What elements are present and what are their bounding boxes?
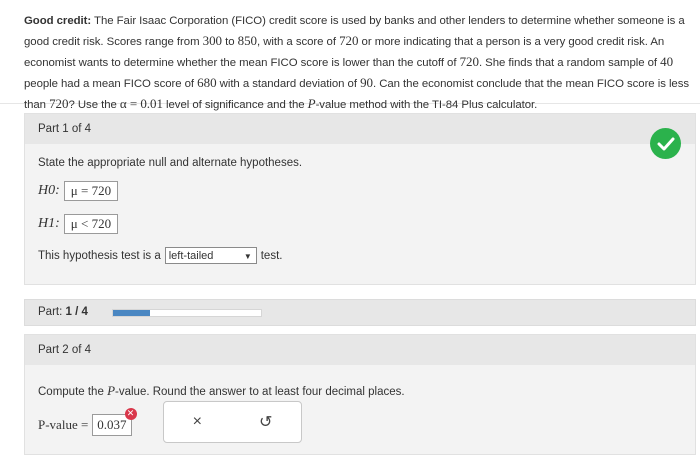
score-low: 300 [202,33,222,48]
undo-button[interactable]: ↺ [259,412,272,432]
part-2-p-symbol: P [107,383,116,398]
dropdown-arrow-icon: ▼ [243,252,252,261]
pvalue-row: P-value = 0.037 ✕ [38,408,137,436]
problem-title: Good credit: [24,15,92,27]
progress-label: Part: 1 / 4 [38,306,88,318]
h0-symbol: H0: [38,183,60,198]
problem-text-6: people had a mean FICO score of [24,78,195,90]
score-high: 850 [237,33,258,48]
cutoff-value-2: 720 [459,54,479,69]
test-type-value: left-tailed [168,250,214,262]
h1-symbol: H1: [38,216,60,231]
p-symbol: P [307,96,316,111]
progress-track [112,309,262,317]
sample-size: 40 [660,54,674,69]
part-1-header: Part 1 of 4 [25,114,695,144]
part-2-instruction: Compute the P-value. Round the answer to… [38,383,405,399]
alpha-value: α = 0.01 [119,96,163,111]
problem-text-2: to [225,36,235,48]
part-progress: Part: 1 / 4 [24,299,696,326]
part-2-instruction-2: -value. Round the answer to at least fou… [115,386,405,398]
h1-row: H1: μ < 720 [38,214,119,234]
problem-text-7: with a standard deviation of [219,78,357,90]
pvalue-input-text: 0.037 [97,417,127,432]
sample-mean: 680 [197,75,217,90]
part-2-header: Part 2 of 4 [25,335,695,365]
std-dev: 90 [360,75,373,90]
part-1-card: Part 1 of 4 State the appropriate null a… [24,113,696,285]
clear-button[interactable]: × [193,413,202,431]
error-icon: ✕ [124,408,137,420]
h0-row: H0: μ = 720 [38,181,119,201]
cutoff-value: 720 [339,33,359,48]
problem-text-10: level of significance and the [166,99,305,111]
part-1-instruction: State the appropriate null and alternate… [38,157,303,169]
h1-input[interactable]: μ < 720 [63,214,119,234]
test-suffix: test. [260,249,283,262]
check-icon [650,128,681,159]
test-prefix: This hypothesis test is a [38,249,161,262]
progress-value: 1 / 4 [65,306,88,318]
problem-statement: Good credit: The Fair Isaac Corporation … [0,0,700,111]
h0-input[interactable]: μ = 720 [63,181,119,201]
problem-text-11: -value method with the TI-84 Plus calcul… [315,99,538,111]
progress-label-text: Part: [38,306,63,318]
problem-text-5: . She finds that a random sample of [478,57,658,69]
cutoff-value-3: 720 [49,96,69,111]
test-type-row: This hypothesis test is a left-tailed ▼ … [38,247,282,264]
pvalue-label: P-value = [38,417,89,432]
answer-tools: × ↺ [163,401,302,443]
test-type-select[interactable]: left-tailed ▼ [164,247,257,264]
problem-text: Good credit: The Fair Isaac Corporation … [24,12,694,115]
pvalue-input[interactable]: 0.037 ✕ [92,408,137,436]
part-2-instruction-1: Compute the [38,386,104,398]
problem-text-9: ? Use the [68,99,117,111]
part-2-card: Part 2 of 4 Compute the P-value. Round t… [24,334,696,455]
problem-text-3: , with a score of [257,36,336,48]
progress-fill [113,310,150,316]
